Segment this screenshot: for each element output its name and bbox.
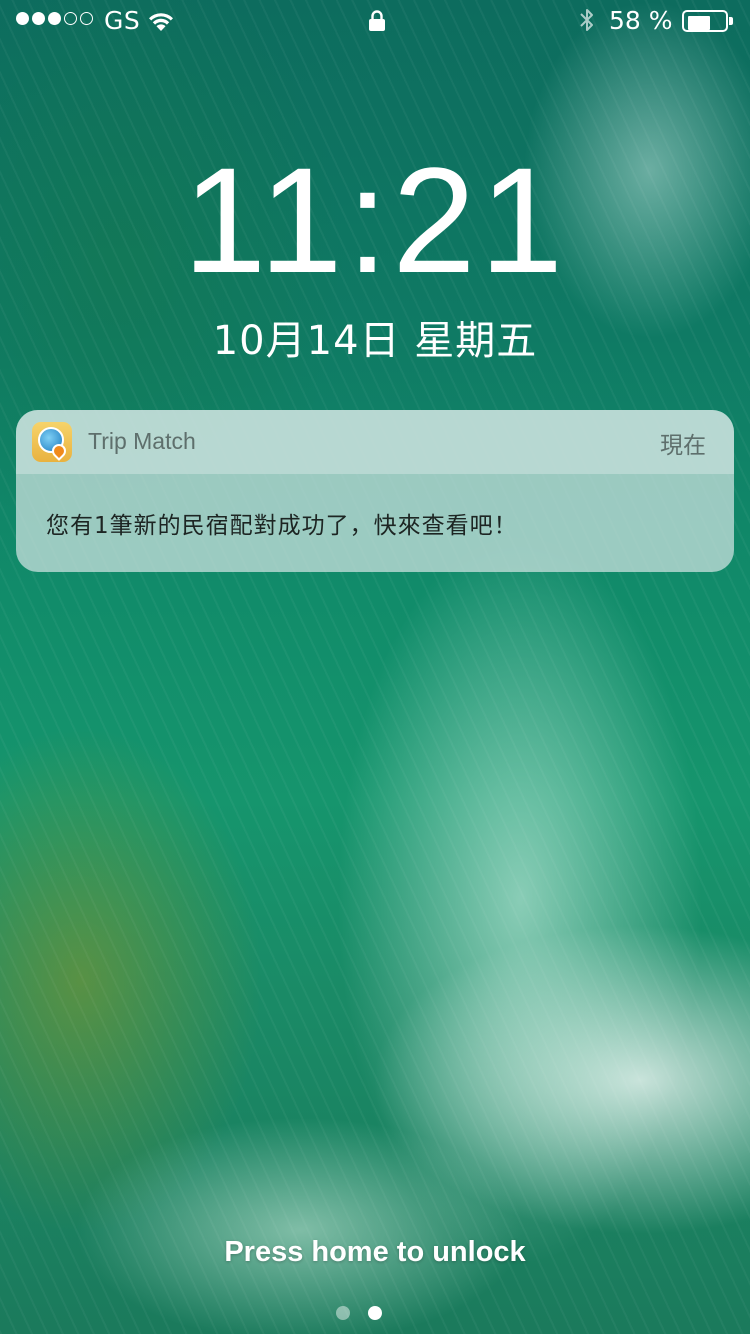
battery-tip [729,17,733,25]
notification-card[interactable]: Trip Match 現在 您有1筆新的民宿配對成功了，快來查看吧！ [16,410,734,572]
signal-dot [32,12,45,25]
lock-icon [368,9,386,38]
notification-app-name: Trip Match [88,428,196,454]
battery-level-fill [688,16,710,30]
carrier-name: GS [104,6,141,35]
signal-dot [48,12,61,25]
wifi-icon [146,9,176,38]
signal-dot [64,12,77,25]
page-dot[interactable] [336,1306,350,1320]
signal-dot [80,12,93,25]
page-indicator [336,1306,382,1320]
notification-header: Trip Match 現在 [16,410,734,474]
bluetooth-icon [579,7,595,39]
battery-icon [682,10,734,32]
signal-strength-icon [16,12,93,25]
trip-match-app-icon [32,422,72,462]
battery-body [682,10,728,32]
notification-message: 您有1筆新的民宿配對成功了，快來查看吧！ [46,513,518,539]
notification-time: 現在 [660,433,706,459]
press-home-to-unlock-label: Press home to unlock [224,1236,526,1268]
page-dot-active[interactable] [368,1306,382,1320]
battery-percentage: 58 % [609,6,673,35]
signal-dot [16,12,29,25]
status-bar: GS 58 % [0,0,750,40]
lock-screen-date: 10月14日 星期五 [212,318,538,364]
lock-screen-clock: 11:21 [182,136,568,304]
